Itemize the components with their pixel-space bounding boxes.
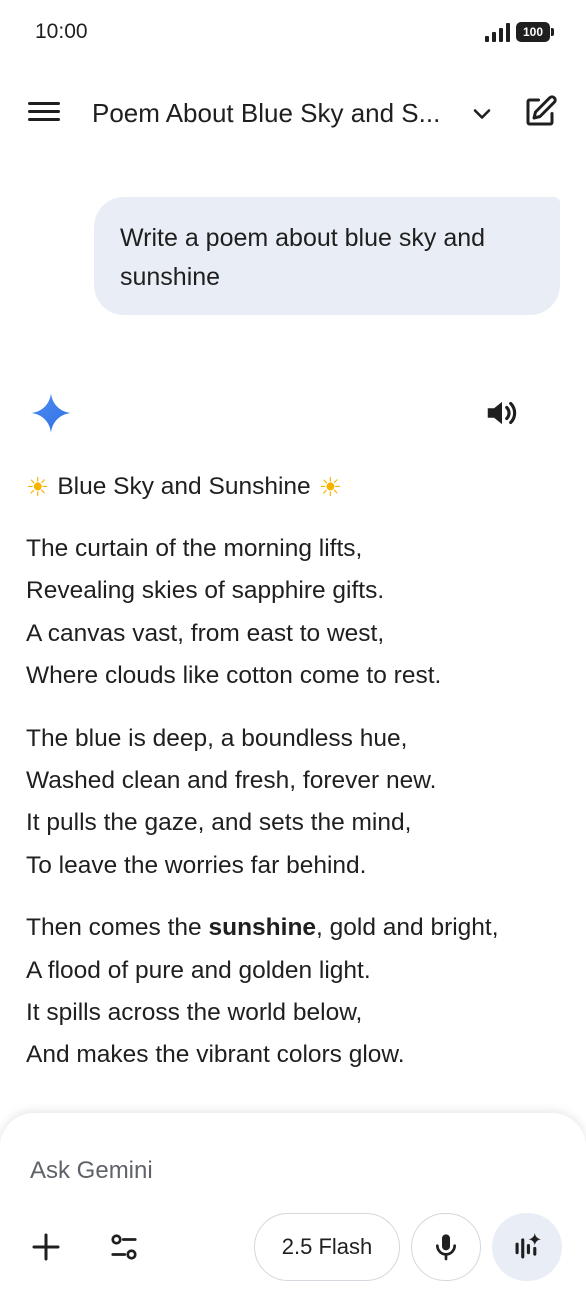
model-label: 2.5 Flash	[281, 1234, 373, 1259]
top-app-bar: Poem About Blue Sky and S...	[0, 80, 586, 144]
speaker-icon[interactable]	[483, 394, 521, 432]
microphone-icon	[436, 1234, 456, 1261]
poem-stanza-1: The curtain of the morning lifts, Reveal…	[26, 528, 566, 698]
poem-line: A canvas vast, from east to west,	[26, 619, 385, 647]
poem-line: And makes the vibrant colors glow.	[26, 1041, 405, 1069]
poem-line-part: , gold and bright,	[316, 914, 499, 942]
poem-line: The blue is deep, a boundless hue,	[26, 724, 408, 752]
sun-icon: ☀	[318, 472, 342, 502]
status-indicators: 100	[485, 22, 554, 42]
poem-line: The curtain of the morning lifts,	[26, 535, 363, 562]
poem-line-part: Then comes the	[26, 914, 209, 942]
poem-line: Then comes the sunshine, gold and bright…	[26, 907, 566, 949]
user-message-text: Write a poem about blue sky and sunshine	[120, 224, 486, 291]
poem-line-bold: sunshine	[208, 914, 317, 942]
poem-line: Washed clean and fresh, forever new.	[26, 766, 437, 794]
poem-line: It spills across the world below,	[26, 998, 363, 1026]
response-title: Blue Sky and Sunshine	[57, 473, 311, 500]
battery-icon: 100	[516, 22, 554, 42]
gemini-response: ☀ Blue Sky and Sunshine ☀ The curtain of…	[26, 466, 566, 1097]
live-icon	[515, 1232, 542, 1259]
live-button[interactable]	[492, 1213, 562, 1281]
model-selector-button[interactable]: 2.5 Flash	[254, 1213, 400, 1281]
sun-icon: ☀	[26, 472, 50, 502]
status-time: 10:00	[35, 20, 88, 43]
poem-line: To leave the worries far behind.	[26, 851, 367, 879]
microphone-button[interactable]	[411, 1213, 481, 1281]
input-panel: 2.5 Flash	[0, 1113, 586, 1305]
poem-line: Where clouds like cotton come to rest.	[26, 662, 442, 690]
edit-icon[interactable]	[522, 94, 558, 130]
battery-level: 100	[522, 25, 544, 39]
menu-icon[interactable]	[28, 98, 64, 128]
tools-icon[interactable]	[106, 1229, 142, 1265]
status-bar: 10:00 100	[0, 0, 586, 66]
poem-line: It pulls the gaze, and sets the mind,	[26, 809, 412, 837]
chat-title[interactable]: Poem About Blue Sky and S...	[92, 98, 440, 129]
gemini-sparkle-icon	[31, 393, 71, 433]
ask-gemini-input[interactable]	[30, 1153, 530, 1189]
chevron-down-icon[interactable]	[468, 100, 496, 128]
poem-stanza-3: Then comes the sunshine, gold and bright…	[26, 907, 566, 1077]
signal-icon	[485, 22, 510, 42]
poem-line: Revealing skies of sapphire gifts.	[26, 577, 385, 605]
poem-stanza-2: The blue is deep, a boundless hue, Washe…	[26, 718, 566, 888]
response-title-row: ☀ Blue Sky and Sunshine ☀	[26, 466, 566, 508]
user-message-bubble[interactable]: Write a poem about blue sky and sunshine	[94, 197, 560, 315]
poem-line: A flood of pure and golden light.	[26, 956, 371, 984]
plus-icon[interactable]	[28, 1229, 64, 1265]
